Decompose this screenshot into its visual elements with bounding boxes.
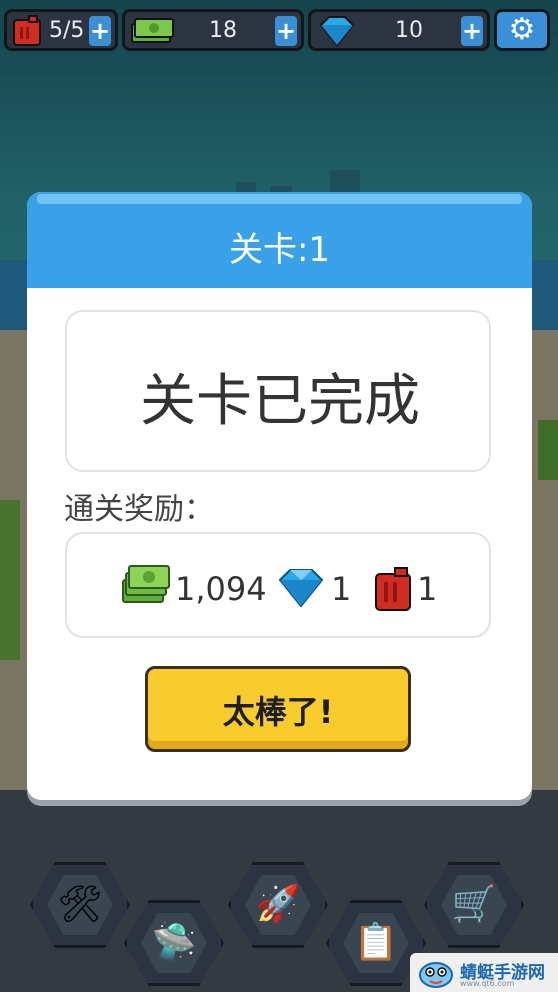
cart-icon: 🛒 — [451, 884, 497, 925]
missile-icon: 🚀 — [255, 884, 301, 925]
spaceship-icon: 🛸 — [151, 922, 197, 963]
settings-button[interactable]: ⚙ — [494, 9, 550, 51]
confirm-button[interactable]: 太棒了! — [145, 666, 411, 752]
level-complete-dialog: 关卡:1 关卡已完成 通关奖励： 1,094 1 1 太棒了! — [27, 192, 532, 800]
gem-counter: 10 + — [308, 9, 490, 51]
cash-value: 18 — [209, 18, 237, 43]
gear-icon: ⚙ — [508, 12, 536, 47]
add-cash-button[interactable]: + — [275, 16, 297, 46]
status-box: 关卡已完成 — [65, 310, 491, 472]
cash-stack-icon — [131, 18, 174, 43]
fuel-value: 5/5 — [49, 18, 85, 43]
add-gems-button[interactable]: + — [461, 16, 483, 46]
tools-icon: 🛠 — [57, 884, 103, 925]
level-complete-text: 关卡已完成 — [140, 369, 420, 434]
watermark-url: www.qt6.com — [460, 979, 515, 988]
add-fuel-button[interactable]: + — [89, 16, 111, 46]
fuel-can-icon — [375, 567, 411, 611]
fuel-can-icon — [13, 15, 41, 46]
fuel-counter: 5/5 + — [4, 9, 118, 51]
gem-value: 10 — [395, 18, 423, 43]
reward-cash-value: 1,094 — [175, 570, 267, 608]
diamond-icon — [278, 569, 324, 608]
diamond-icon — [319, 16, 355, 47]
dialog-title: 关卡:1 — [228, 230, 331, 270]
confirm-button-label: 太棒了! — [222, 693, 334, 731]
clipboard-icon: 📋 — [353, 922, 399, 963]
watermark: 蜻蜓手游网 www.qt6.com — [410, 953, 558, 992]
rewards-box: 1,094 1 1 — [65, 532, 491, 638]
reward-fuel-value: 1 — [417, 570, 438, 608]
rewards-label: 通关奖励： — [64, 492, 214, 527]
cash-stack-icon — [122, 565, 170, 603]
cash-counter: 18 + — [122, 9, 304, 51]
dialog-header: 关卡:1 — [27, 192, 532, 288]
dragonfly-logo-icon — [419, 962, 453, 988]
dialog-header-highlight — [37, 194, 522, 204]
reward-gem-value: 1 — [331, 570, 352, 608]
